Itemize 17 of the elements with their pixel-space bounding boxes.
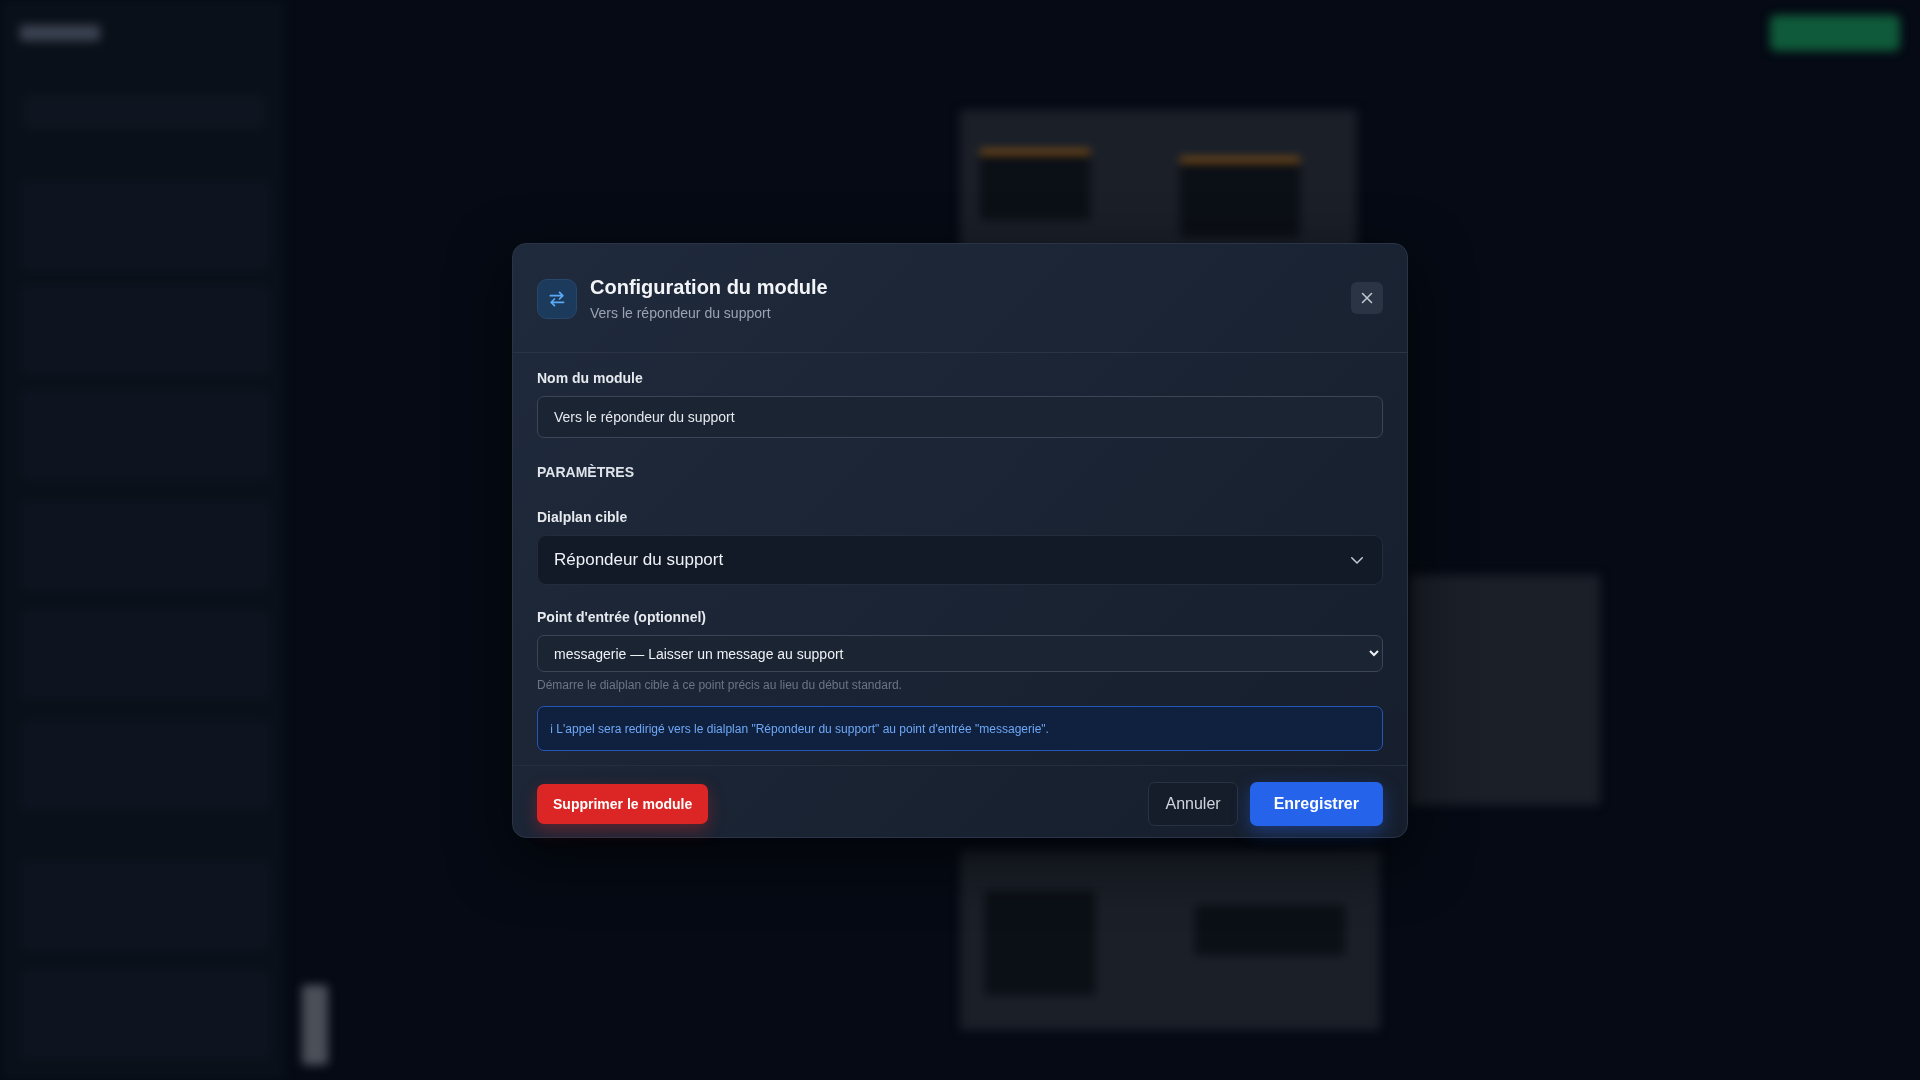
cancel-button[interactable]: Annuler — [1148, 782, 1238, 826]
info-message: ℹ L'appel sera redirigé vers le dialplan "Répondeur du support" au point d'entrée "messagerie". — [537, 706, 1383, 751]
field-label: Nom du module — [537, 370, 644, 386]
dropdown-value: Répondeur du support — [554, 550, 724, 570]
help-text: Démarre le dialplan cible à ce point précis au lieu du début standard. — [537, 678, 903, 692]
swap-arrows-icon — [537, 278, 577, 319]
text-field[interactable]: Vers le répondeur du support — [537, 396, 1383, 438]
field-label: Dialplan cible — [537, 509, 629, 525]
delete-button[interactable]: Supprimer le module — [537, 784, 709, 824]
field-label: Point d'entrée (optionnel) — [537, 609, 707, 625]
select-field[interactable]: messagerie — Laisser un message au support — [537, 635, 1383, 672]
dialog-title: Configuration du module — [590, 276, 829, 299]
section-heading: PARAMÈTRES — [537, 464, 635, 480]
dropdown-field[interactable]: Répondeur du support — [537, 535, 1383, 585]
dialog-subtitle: Vers le répondeur du support — [590, 305, 772, 321]
close-button[interactable] — [1351, 281, 1383, 314]
save-button[interactable]: Enregistrer — [1249, 782, 1383, 826]
